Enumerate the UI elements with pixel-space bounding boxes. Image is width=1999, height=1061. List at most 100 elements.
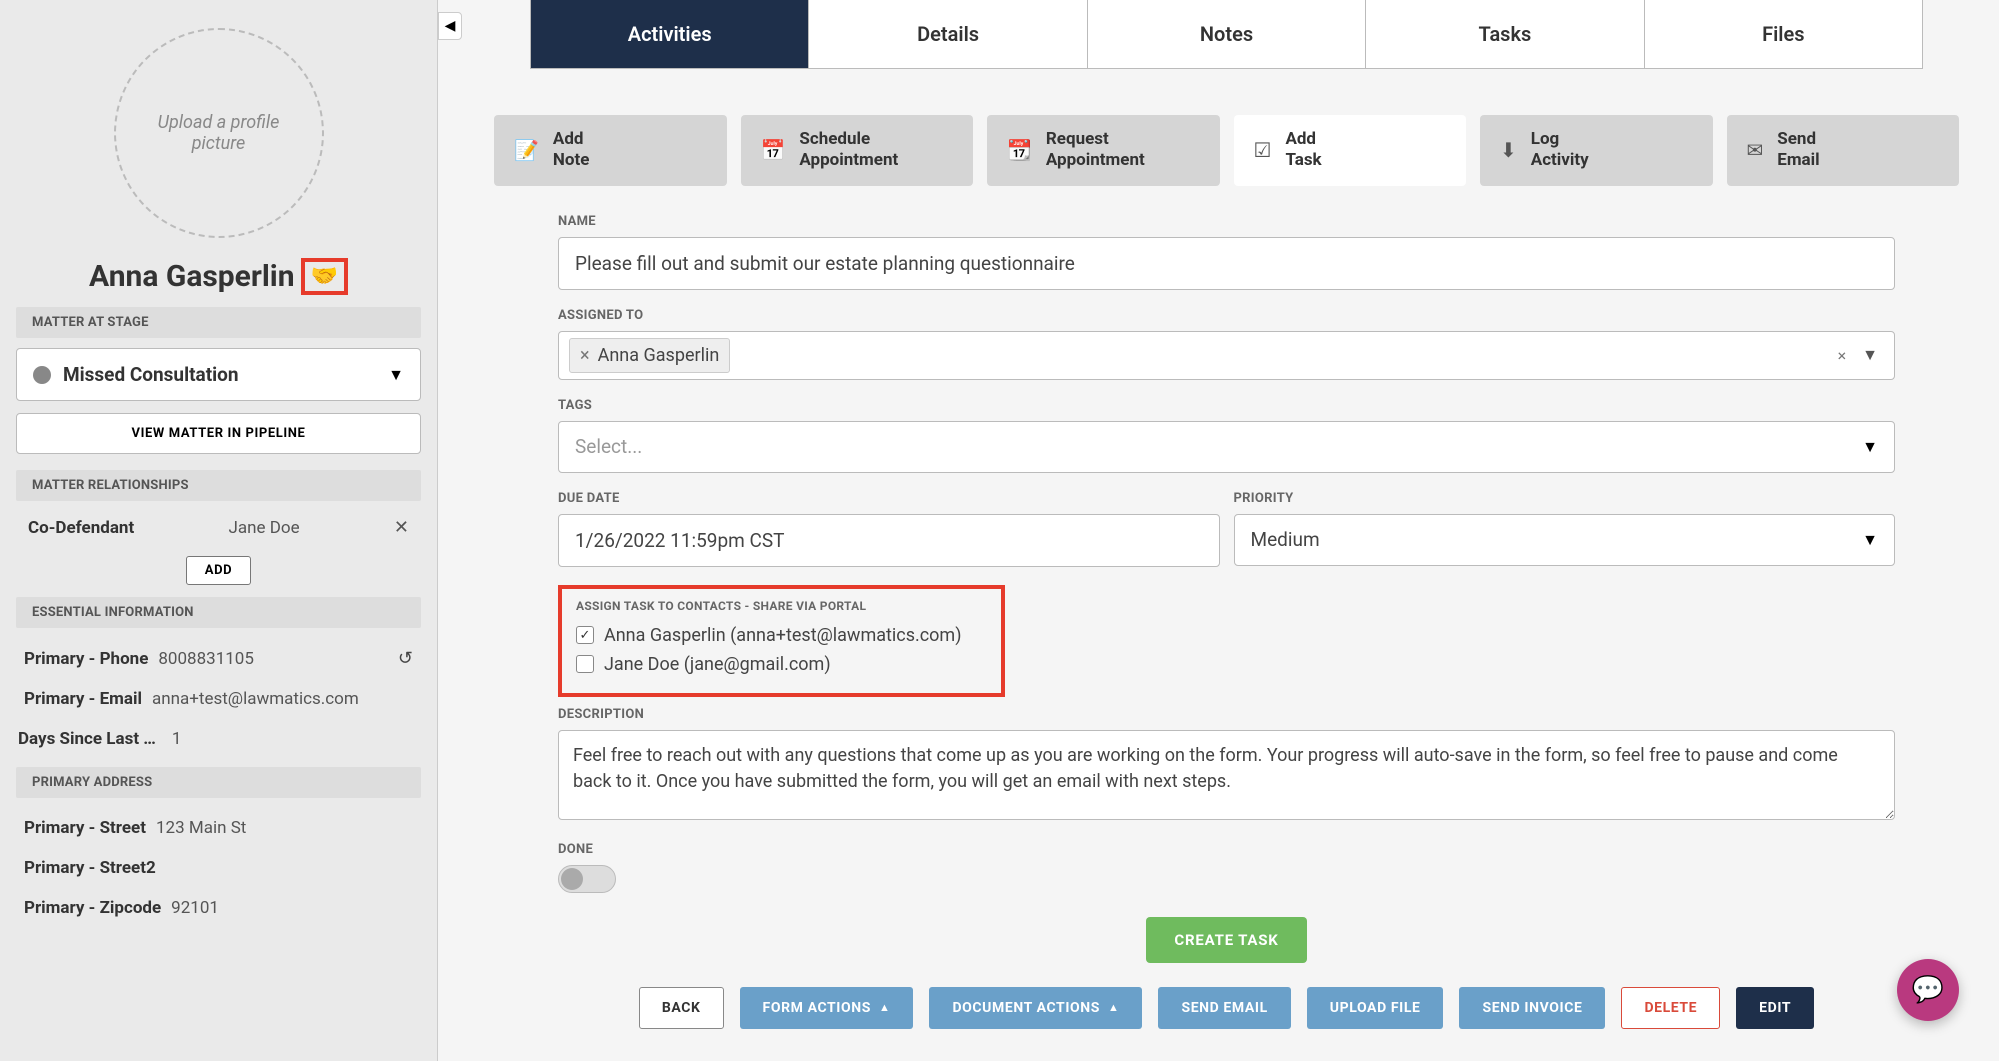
tab-activities[interactable]: Activities (531, 0, 809, 68)
schedule-appointment-action[interactable]: 📅 Schedule Appointment (741, 115, 974, 186)
stage-value: Missed Consultation (63, 363, 239, 386)
description-label: DESCRIPTION (558, 707, 1895, 722)
name-input[interactable] (558, 237, 1895, 290)
portal-contact-row-1[interactable]: Anna Gasperlin (anna+test@lawmatics.com) (576, 621, 987, 650)
document-actions-button[interactable]: DOCUMENT ACTIONS ▲ (929, 987, 1142, 1029)
priority-label: PRIORITY (1234, 491, 1896, 506)
assigned-select[interactable]: × Anna Gasperlin × ▼ (558, 331, 1895, 380)
send-invoice-button[interactable]: SEND INVOICE (1459, 987, 1605, 1029)
relationship-label: Co-Defendant (28, 518, 134, 538)
bottom-action-bar: BACK FORM ACTIONS ▲ DOCUMENT ACTIONS ▲ S… (462, 973, 1991, 1053)
priority-value: Medium (1251, 528, 1320, 551)
collapse-sidebar-button[interactable]: ◀ (438, 12, 462, 40)
phone-row: Primary - Phone 8008831105 ↺ (0, 638, 437, 679)
days-label: Days Since Last … (18, 729, 156, 749)
section-matter-stage: MATTER AT STAGE (16, 307, 421, 338)
send-email-button[interactable]: SEND EMAIL (1158, 987, 1290, 1029)
contact-name: Anna Gasperlin (89, 259, 295, 294)
upload-file-button[interactable]: UPLOAD FILE (1307, 987, 1444, 1029)
send-email-action[interactable]: ✉ Send Email (1727, 115, 1960, 186)
stage-dot-icon (33, 366, 51, 384)
tags-placeholder: Select... (575, 435, 642, 458)
form-actions-button[interactable]: FORM ACTIONS ▲ (740, 987, 914, 1029)
description-textarea[interactable] (558, 730, 1895, 820)
assigned-chip-label: Anna Gasperlin (598, 345, 720, 366)
zip-row: Primary - Zipcode 92101 (0, 888, 437, 928)
delete-button[interactable]: DELETE (1621, 987, 1720, 1029)
portal-contact-row-2[interactable]: Jane Doe (jane@gmail.com) (576, 650, 987, 679)
due-date-input[interactable] (558, 514, 1220, 567)
envelope-icon: ✉ (1747, 138, 1764, 162)
street-label: Primary - Street (24, 818, 146, 838)
email-value[interactable]: anna+test@lawmatics.com (152, 689, 359, 709)
tab-files[interactable]: Files (1645, 0, 1922, 68)
stage-select[interactable]: Missed Consultation ▼ (16, 348, 421, 401)
portal-contacts-highlight: ASSIGN TASK TO CONTACTS - SHARE VIA PORT… (558, 585, 1005, 697)
relationship-value[interactable]: Jane Doe (228, 518, 299, 538)
add-note-action[interactable]: 📝 Add Note (494, 115, 727, 186)
relationship-remove-icon[interactable]: ✕ (394, 517, 409, 538)
document-actions-label: DOCUMENT ACTIONS (952, 1000, 1100, 1016)
handshake-icon[interactable]: 🤝 (311, 264, 338, 289)
tab-notes[interactable]: Notes (1088, 0, 1366, 68)
clear-assigned-icon[interactable]: × (1828, 346, 1857, 365)
back-button[interactable]: BACK (639, 987, 724, 1029)
chat-icon: 💬 (1912, 975, 1944, 1005)
street-value[interactable]: 123 Main St (156, 818, 246, 838)
chevron-down-icon: ▼ (1862, 437, 1878, 457)
add-note-label: Add Note (553, 129, 590, 172)
task-form: NAME ASSIGNED TO × Anna Gasperlin × ▼ TA… (558, 214, 1895, 963)
sidebar: Upload a profile picture Anna Gasperlin … (0, 0, 438, 1061)
main-panel: Activities Details Notes Tasks Files 📝 A… (462, 0, 1991, 1061)
section-essential: ESSENTIAL INFORMATION (16, 597, 421, 628)
phone-label: Primary - Phone (24, 649, 148, 669)
view-pipeline-button[interactable]: VIEW MATTER IN PIPELINE (16, 413, 421, 454)
add-task-action[interactable]: ☑ Add Task (1234, 115, 1467, 186)
calendar-icon: 📅 (761, 138, 786, 162)
days-since-row: Days Since Last … 1 (0, 719, 437, 759)
avatar-upload[interactable]: Upload a profile picture (114, 28, 324, 238)
chevron-down-icon[interactable]: ▼ (1856, 345, 1884, 365)
chevron-left-icon: ◀ (445, 18, 456, 34)
section-address: PRIMARY ADDRESS (16, 767, 421, 798)
main-tabs: Activities Details Notes Tasks Files (530, 0, 1923, 69)
email-label: Primary - Email (24, 689, 142, 709)
add-relationship-button[interactable]: ADD (186, 556, 251, 585)
checkbox-icon[interactable] (576, 655, 594, 673)
assigned-chip: × Anna Gasperlin (569, 338, 730, 373)
download-icon: ⬇ (1500, 138, 1517, 162)
request-appointment-action[interactable]: 📆 Request Appointment (987, 115, 1220, 186)
relationship-row: Co-Defendant Jane Doe ✕ (0, 511, 437, 544)
toggle-knob-icon (561, 868, 583, 890)
done-toggle[interactable] (558, 865, 616, 893)
log-activity-action[interactable]: ⬇ Log Activity (1480, 115, 1713, 186)
street2-row: Primary - Street2 (0, 848, 437, 888)
request-appointment-label: Request Appointment (1046, 129, 1145, 172)
name-field-label: NAME (558, 214, 1895, 229)
help-fab[interactable]: 💬 (1897, 959, 1959, 1021)
priority-select[interactable]: Medium ▼ (1234, 514, 1896, 566)
done-label: DONE (558, 842, 1895, 857)
highlight-box-icon: 🤝 (301, 258, 348, 295)
phone-action-icon[interactable]: ↺ (398, 648, 413, 669)
chevron-down-icon: ▼ (1862, 530, 1878, 550)
chevron-down-icon: ▼ (388, 365, 404, 385)
portal-contact-2: Jane Doe (jane@gmail.com) (604, 654, 831, 675)
checkbox-checked-icon[interactable] (576, 626, 594, 644)
zip-label: Primary - Zipcode (24, 898, 161, 918)
chip-remove-icon[interactable]: × (580, 345, 590, 366)
phone-value[interactable]: 8008831105 (158, 649, 254, 669)
zip-value[interactable]: 92101 (171, 898, 219, 918)
tags-field-label: TAGS (558, 398, 1895, 413)
tab-details[interactable]: Details (809, 0, 1087, 68)
portal-contacts-label: ASSIGN TASK TO CONTACTS - SHARE VIA PORT… (576, 599, 987, 613)
log-activity-label: Log Activity (1531, 129, 1589, 172)
assigned-field-label: ASSIGNED TO (558, 308, 1895, 323)
tags-select[interactable]: Select... ▼ (558, 421, 1895, 473)
create-task-button[interactable]: CREATE TASK (1146, 917, 1306, 963)
chevron-up-icon: ▲ (879, 1001, 891, 1014)
calendar-request-icon: 📆 (1007, 138, 1032, 162)
edit-button[interactable]: EDIT (1736, 987, 1814, 1029)
add-task-label: Add Task (1285, 129, 1321, 172)
tab-tasks[interactable]: Tasks (1366, 0, 1644, 68)
